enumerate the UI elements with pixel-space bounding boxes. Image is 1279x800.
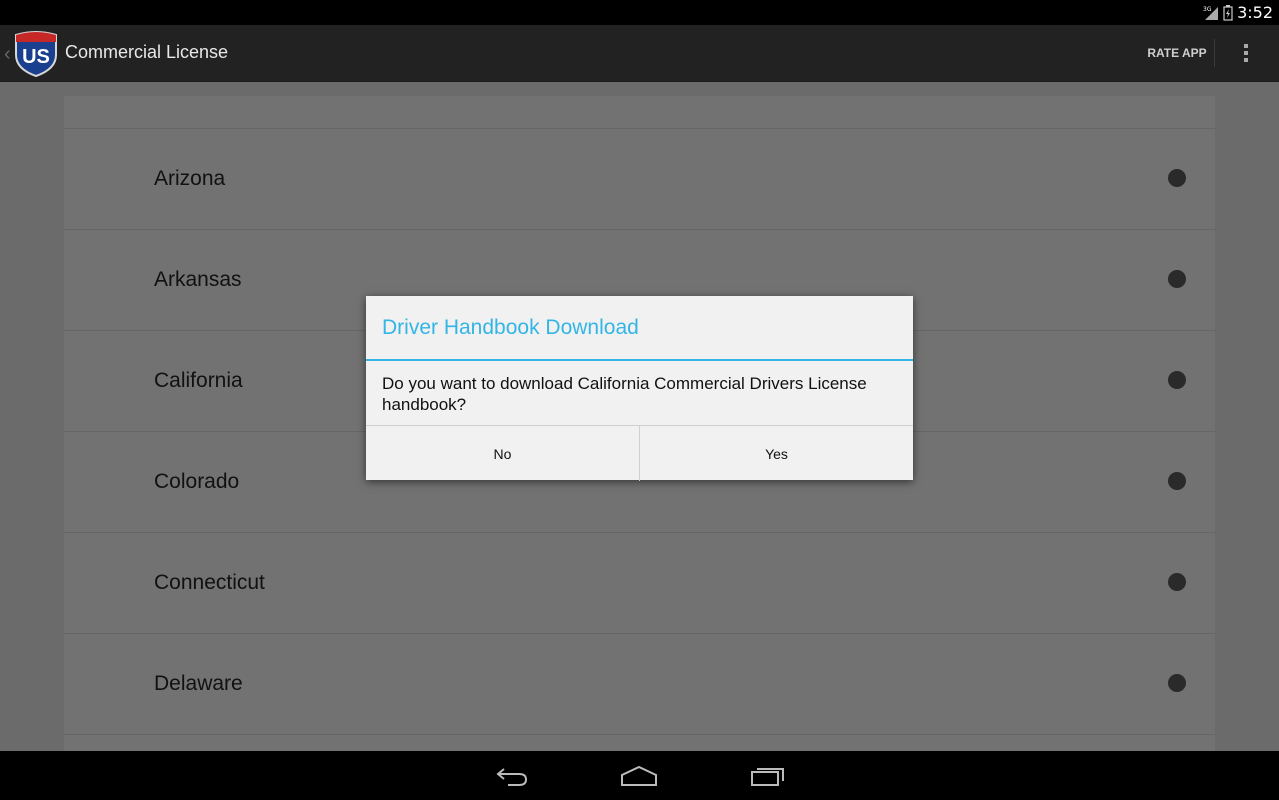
dialog-title: Driver Handbook Download xyxy=(382,316,639,339)
dialog-title-divider xyxy=(366,359,913,361)
signal-icon: 3G xyxy=(1203,6,1219,20)
list-item[interactable]: Connecticut xyxy=(64,533,1215,634)
clock: 3:52 xyxy=(1237,3,1273,22)
radio-button[interactable] xyxy=(1168,371,1186,389)
list-header xyxy=(64,96,1215,129)
list-item[interactable]: Arizona xyxy=(64,129,1215,230)
radio-button[interactable] xyxy=(1168,169,1186,187)
home-icon[interactable] xyxy=(615,760,663,792)
state-name: California xyxy=(154,369,243,392)
logo-text: US xyxy=(22,46,50,68)
radio-button[interactable] xyxy=(1168,270,1186,288)
download-dialog: Driver Handbook Download Do you want to … xyxy=(366,296,913,481)
radio-button[interactable] xyxy=(1168,573,1186,591)
overflow-menu-icon[interactable] xyxy=(1232,39,1260,67)
action-bar: ‹ US Commercial License RATE APP xyxy=(0,25,1279,82)
state-name: Delaware xyxy=(154,672,243,695)
state-name: Colorado xyxy=(154,470,240,493)
rate-app-button[interactable]: RATE APP xyxy=(1138,35,1216,71)
no-button[interactable]: No xyxy=(366,426,639,481)
navigation-bar xyxy=(0,751,1279,800)
app-title: Commercial License xyxy=(65,42,229,62)
back-icon[interactable] xyxy=(488,760,536,792)
app-logo[interactable]: US xyxy=(12,29,60,77)
dialog-message: Do you want to download California Comme… xyxy=(382,374,867,414)
radio-button[interactable] xyxy=(1168,472,1186,490)
dialog-button-bar: No Yes xyxy=(366,425,913,481)
status-icons: 3G 3:52 xyxy=(1203,0,1273,25)
battery-icon xyxy=(1223,4,1233,21)
state-name: Arizona xyxy=(154,167,226,190)
yes-button[interactable]: Yes xyxy=(639,426,913,481)
status-bar: 3G 3:52 xyxy=(0,0,1279,25)
action-bar-divider xyxy=(1214,39,1215,67)
list-item[interactable]: Delaware xyxy=(64,634,1215,735)
radio-button[interactable] xyxy=(1168,674,1186,692)
state-name: Connecticut xyxy=(154,571,265,594)
recent-apps-icon[interactable] xyxy=(744,760,792,792)
up-navigation-icon[interactable]: ‹ xyxy=(4,43,11,66)
network-type-label: 3G xyxy=(1203,6,1212,13)
state-name: Arkansas xyxy=(154,268,242,291)
